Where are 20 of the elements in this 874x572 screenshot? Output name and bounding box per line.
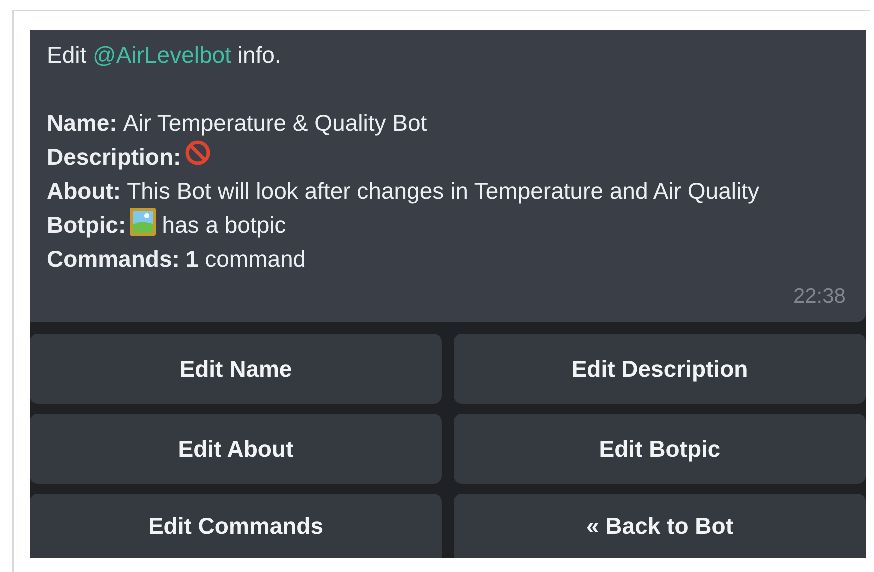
field-label: Commands: [47,245,180,274]
keyboard-button[interactable]: Edit Botpic [454,414,866,484]
field-label: Botpic: [47,211,126,240]
keyboard-button[interactable]: Edit Commands [30,494,442,558]
bot-mention-link[interactable]: @AirLevelbot [93,42,232,68]
keyboard-button[interactable]: Edit About [30,414,442,484]
field-value: Air Temperature & Quality Bot [123,109,428,138]
framed-picture-icon [130,208,156,236]
message-heading: Edit @AirLevelbot info. [47,41,282,70]
field-label: Name: [47,109,118,138]
no-entry-icon [185,140,212,166]
keyboard-button[interactable]: Edit Description [454,334,866,404]
field-value: has a botpic [162,211,286,240]
field-label: About: [47,177,122,206]
field-value: 1 command [186,245,306,274]
message-time: 22:38 [793,284,846,310]
field-value: This Bot will look after changes in Temperature and Air Quality [127,177,760,206]
keyboard-button[interactable]: Edit Name [30,334,442,404]
field-label: Description: [47,143,182,172]
keyboard-button[interactable]: « Back to Bot [454,494,866,558]
